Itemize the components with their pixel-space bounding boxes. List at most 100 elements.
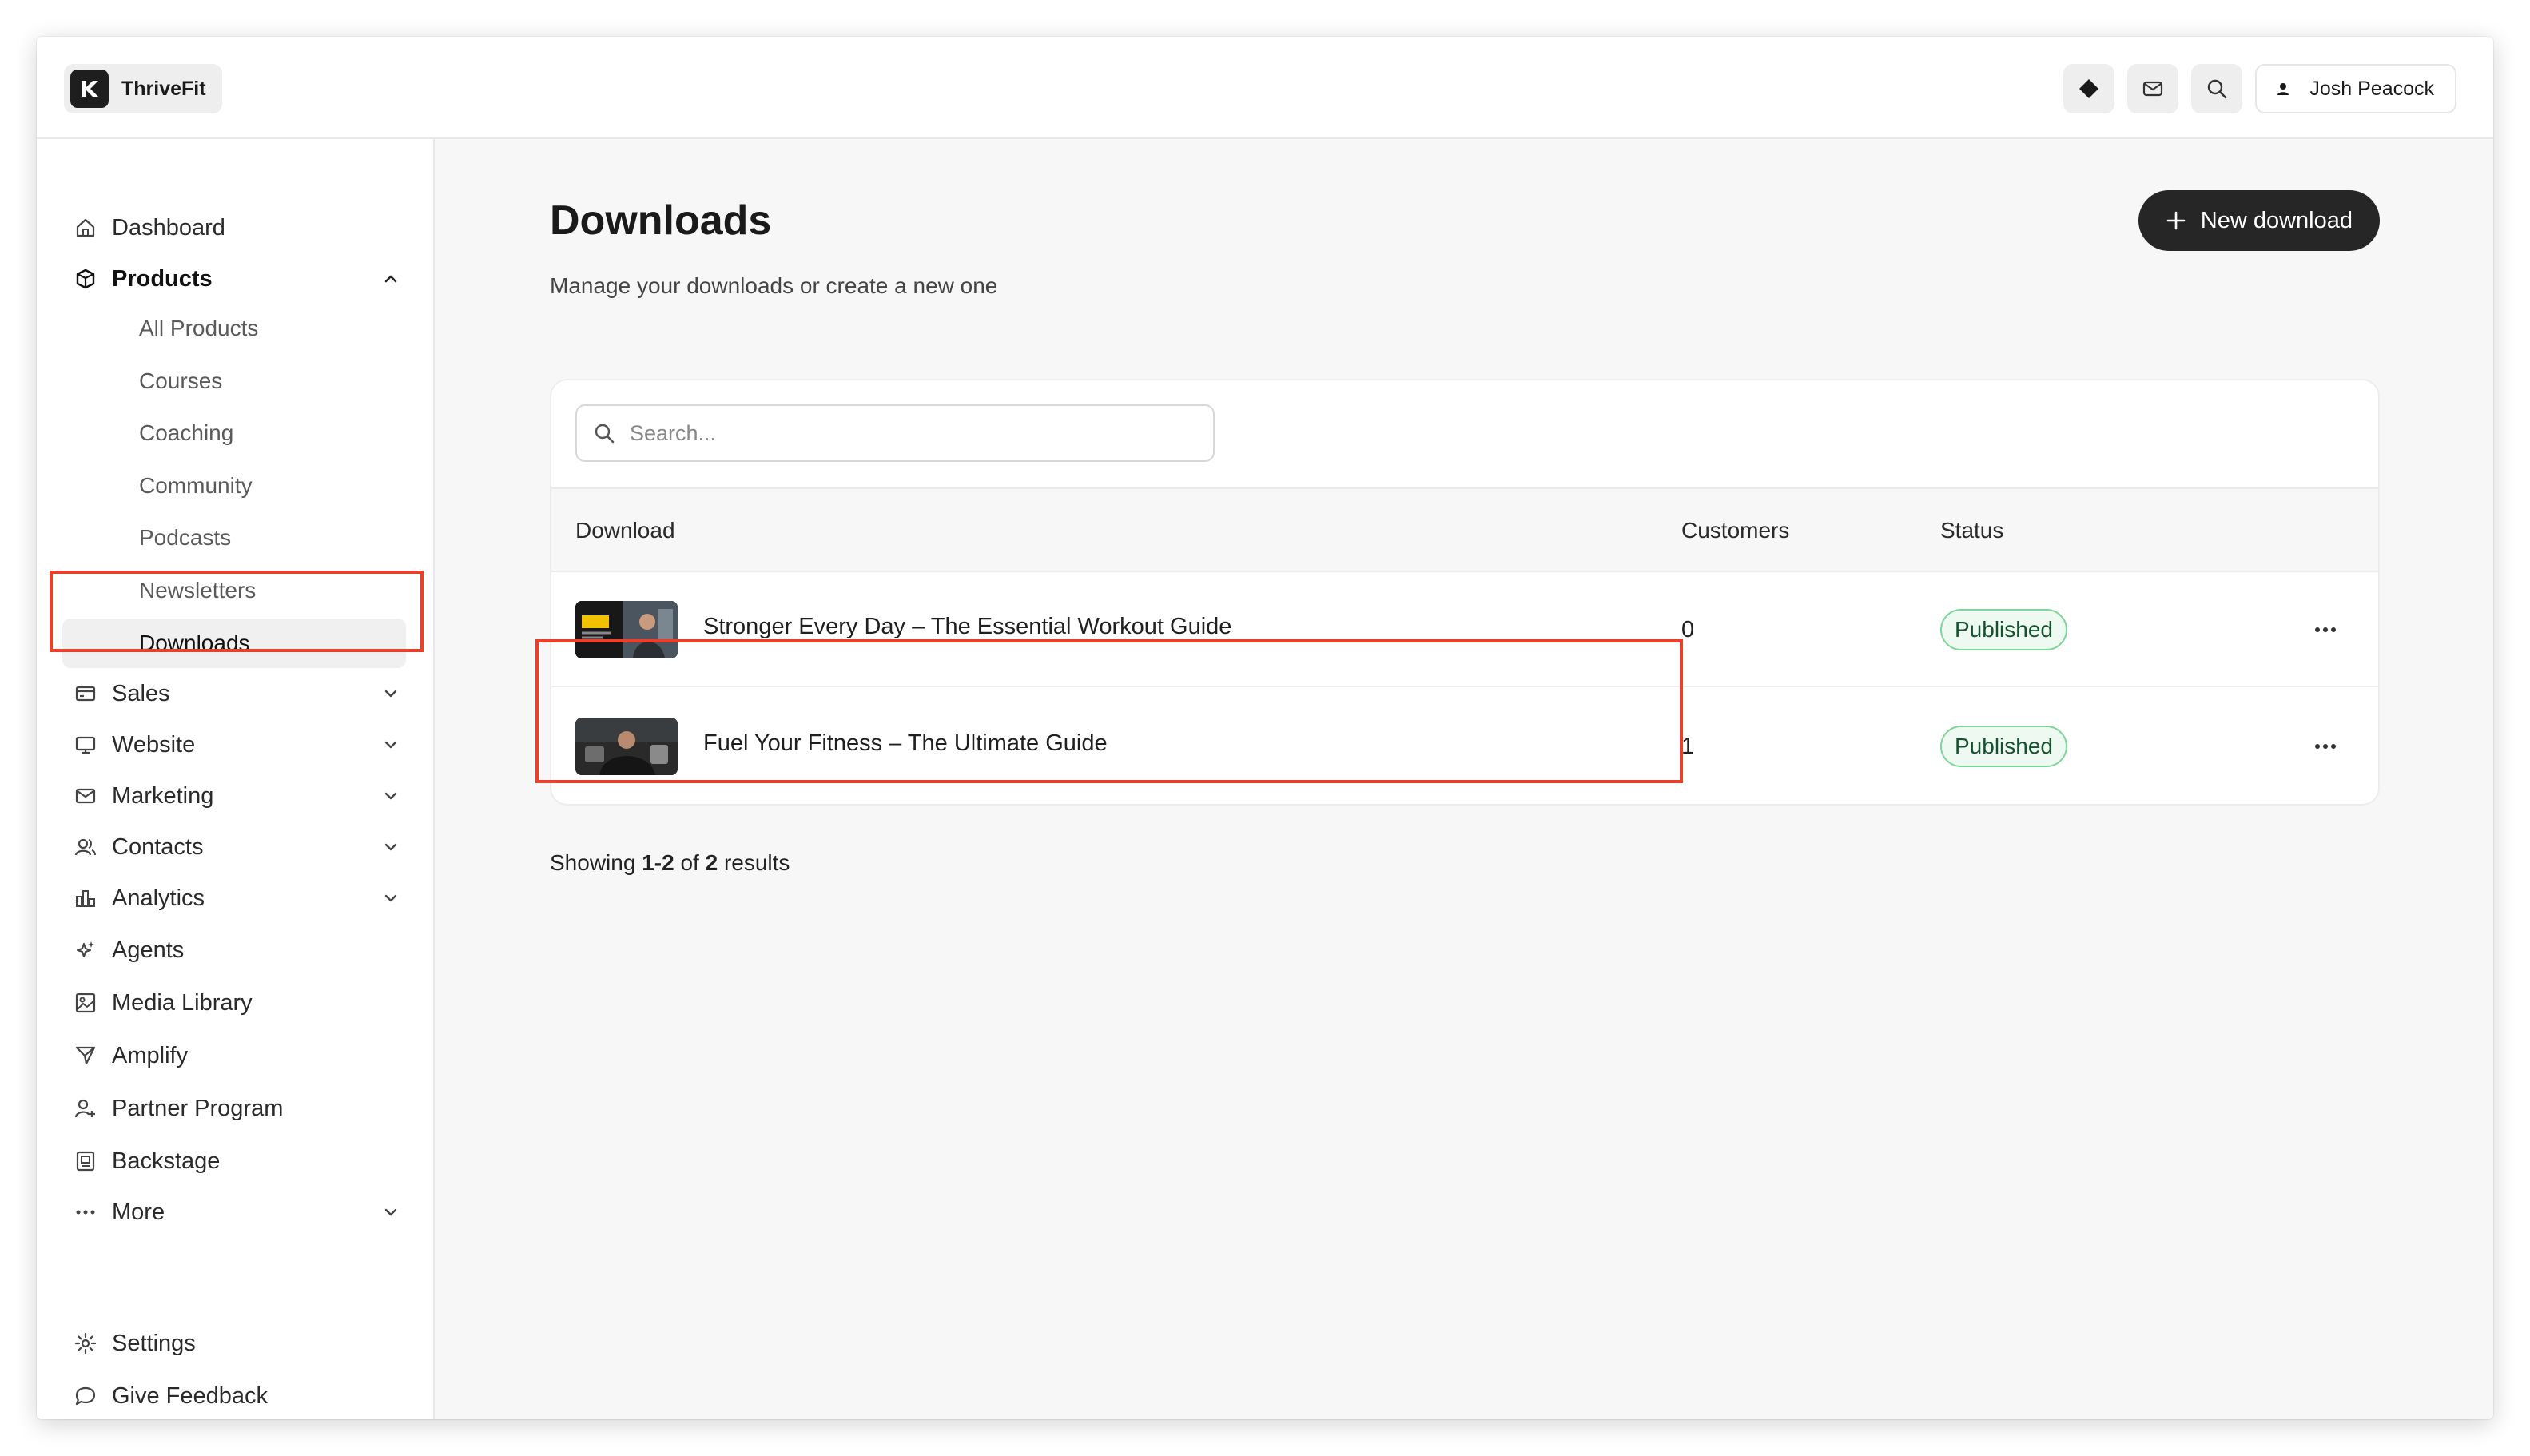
box-icon xyxy=(74,267,97,291)
chevron-down-icon xyxy=(380,734,401,755)
results-of: of xyxy=(680,850,699,875)
row-actions-button[interactable] xyxy=(2308,614,2343,646)
chart-icon xyxy=(74,886,97,910)
sidebar-item-agents[interactable]: Agents xyxy=(74,927,408,973)
column-header-customers[interactable]: Customers xyxy=(1681,518,1789,543)
diamond-icon xyxy=(2079,79,2099,98)
table-row[interactable]: Stronger Every Day – The Essential Worko… xyxy=(551,572,2378,687)
search-field[interactable] xyxy=(575,404,1215,462)
image-icon xyxy=(74,991,97,1015)
inbox-button[interactable] xyxy=(2127,64,2179,113)
sidebar-item-label: Amplify xyxy=(112,1042,189,1068)
page-title: Downloads xyxy=(550,197,772,244)
sidebar-item-label: Backstage xyxy=(112,1148,221,1174)
sidebar-item-give-feedback[interactable]: Give Feedback xyxy=(74,1373,408,1419)
search-icon xyxy=(595,424,615,444)
main-content: Downloads Manage your downloads or creat… xyxy=(435,139,2493,1419)
brand-logo-icon xyxy=(70,70,109,108)
user-name: Josh Peacock xyxy=(2309,77,2434,100)
sidebar-item-label: Contacts xyxy=(112,833,204,860)
search-input[interactable] xyxy=(630,420,1197,446)
results-prefix: Showing xyxy=(550,850,636,875)
chevron-down-icon xyxy=(380,837,401,857)
mail-icon xyxy=(74,784,97,808)
search-button[interactable] xyxy=(2191,64,2243,113)
partner-icon xyxy=(74,1096,97,1120)
page-subtitle: Manage your downloads or create a new on… xyxy=(550,273,998,298)
sidebar-subitem-newsletters[interactable]: Newsletters xyxy=(62,566,406,615)
sidebar-item-label: Partner Program xyxy=(112,1095,284,1121)
diamond-button[interactable] xyxy=(2063,64,2115,113)
sidebar-subitem-coaching[interactable]: Coaching xyxy=(62,408,406,458)
workspace-name: ThriveFit xyxy=(121,77,206,100)
sidebar-item-label: Website xyxy=(112,731,196,758)
download-title[interactable]: Stronger Every Day – The Essential Worko… xyxy=(703,614,1231,640)
sidebar-item-marketing[interactable]: Marketing xyxy=(74,773,408,819)
sidebar-item-partner-program[interactable]: Partner Program xyxy=(74,1085,408,1132)
column-header-status[interactable]: Status xyxy=(1940,518,2003,543)
backstage-icon xyxy=(74,1149,97,1173)
gear-icon xyxy=(74,1331,97,1355)
download-thumbnail xyxy=(575,601,678,658)
status-badge: Published xyxy=(1940,726,2067,767)
column-header-download[interactable]: Download xyxy=(575,518,675,543)
avatar xyxy=(2269,75,2297,102)
chevron-up-icon xyxy=(380,269,401,289)
sidebar-item-settings[interactable]: Settings xyxy=(74,1320,408,1366)
sidebar-item-label: Sales xyxy=(112,680,170,706)
results-total: 2 xyxy=(705,850,718,875)
workspace-switcher[interactable]: ThriveFit xyxy=(64,64,222,113)
top-actions: Josh Peacock xyxy=(2063,64,2456,113)
mail-icon xyxy=(2143,81,2163,97)
row-actions-button[interactable] xyxy=(2308,730,2343,762)
sidebar-item-amplify[interactable]: Amplify xyxy=(74,1032,408,1079)
sidebar-item-label: Products xyxy=(112,265,213,292)
download-title[interactable]: Fuel Your Fitness – The Ultimate Guide xyxy=(703,730,1108,757)
sidebar-item-more[interactable]: More xyxy=(74,1189,408,1235)
sidebar-item-label: Marketing xyxy=(112,782,214,809)
customer-count: 1 xyxy=(1681,734,1695,759)
downloads-table-card: Download Customers Status xyxy=(550,379,2380,806)
sidebar-item-label: Analytics xyxy=(112,885,205,911)
app-window: ThriveFit Josh Peacock Dashboard Product… xyxy=(37,37,2493,1419)
chevron-down-icon xyxy=(380,888,401,909)
card-icon xyxy=(74,682,97,706)
sidebar-subitem-all-products[interactable]: All Products xyxy=(62,304,406,353)
user-menu-button[interactable]: Josh Peacock xyxy=(2255,64,2456,113)
sidebar-item-media-library[interactable]: Media Library xyxy=(74,980,408,1026)
table-row[interactable]: Fuel Your Fitness – The Ultimate Guide 1… xyxy=(551,689,2378,804)
sidebar-item-contacts[interactable]: Contacts xyxy=(74,824,408,870)
sidebar-item-label: Give Feedback xyxy=(112,1382,269,1409)
sidebar-item-sales[interactable]: Sales xyxy=(74,670,408,717)
sidebar-item-dashboard[interactable]: Dashboard xyxy=(74,205,408,251)
sidebar-subitem-courses[interactable]: Courses xyxy=(62,356,406,406)
sidebar-subitem-community[interactable]: Community xyxy=(62,461,406,511)
sidebar-item-backstage[interactable]: Backstage xyxy=(74,1138,408,1184)
send-icon xyxy=(74,1044,97,1068)
sidebar-item-website[interactable]: Website xyxy=(74,722,408,768)
home-icon xyxy=(74,216,97,240)
chevron-down-icon xyxy=(380,683,401,704)
new-download-button[interactable]: New download xyxy=(2138,190,2380,251)
search-icon xyxy=(2208,79,2227,99)
monitor-icon xyxy=(74,733,97,757)
dots-icon xyxy=(74,1200,97,1224)
sidebar-item-label: More xyxy=(112,1199,165,1225)
more-horizontal-icon xyxy=(2315,627,2336,632)
new-download-label: New download xyxy=(2200,207,2353,233)
chevron-down-icon xyxy=(380,786,401,806)
sidebar-subitem-downloads[interactable]: Downloads xyxy=(62,619,406,668)
more-horizontal-icon xyxy=(2315,744,2336,749)
results-summary: Showing 1-2 of 2 results xyxy=(550,850,790,876)
sidebar-item-products[interactable]: Products xyxy=(74,256,408,302)
sidebar-subitem-podcasts[interactable]: Podcasts xyxy=(62,513,406,563)
download-thumbnail xyxy=(575,718,678,775)
users-icon xyxy=(74,835,97,859)
plus-icon xyxy=(2166,211,2186,230)
customer-count: 0 xyxy=(1681,617,1695,642)
sidebar-item-label: Agents xyxy=(112,937,185,963)
chat-icon xyxy=(74,1384,97,1408)
status-badge: Published xyxy=(1940,609,2067,650)
sidebar-item-analytics[interactable]: Analytics xyxy=(74,875,408,921)
sidebar: Dashboard Products All Products Courses … xyxy=(37,139,435,1419)
